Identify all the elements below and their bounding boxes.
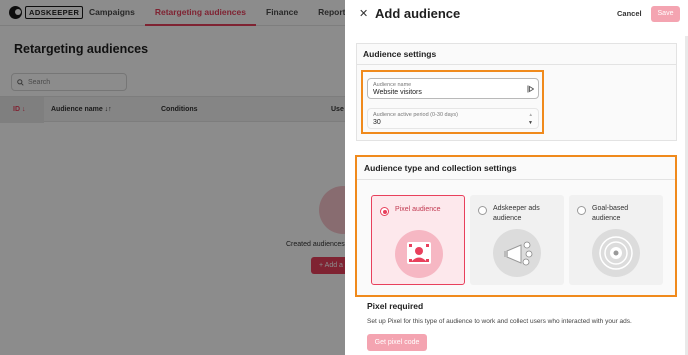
radio-pixel-audience[interactable] — [380, 207, 389, 216]
megaphone-illustration-icon — [493, 229, 541, 277]
option-label: Adskeeper ads audience — [493, 205, 540, 222]
target-illustration-icon — [592, 229, 640, 277]
pixel-illustration-icon — [395, 230, 443, 278]
pixel-required-title: Pixel required — [367, 301, 424, 311]
add-audience-drawer: ✕ Add audience Cancel Save Audience sett… — [345, 0, 688, 355]
option-pixel-audience[interactable]: Pixel audience — [371, 195, 465, 285]
drawer-title: Add audience — [375, 6, 461, 21]
close-icon[interactable]: ✕ — [359, 8, 368, 20]
audience-type-heading: Audience type and collection settings — [357, 157, 675, 180]
option-adskeeper-ads-audience[interactable]: Adskeeper ads audience — [470, 195, 564, 285]
active-period-stepper[interactable]: Audience active period (0-30 days) 30 ▲ … — [367, 108, 539, 129]
audience-name-field[interactable]: Audience name Website visitors — [367, 78, 539, 99]
stepper-up-icon[interactable]: ▲ — [529, 112, 533, 117]
audience-name-label: Audience name — [373, 82, 412, 88]
active-period-value: 30 — [373, 119, 381, 126]
save-button[interactable]: Save — [651, 6, 680, 22]
option-label: Pixel audience — [395, 206, 441, 213]
modal-overlay[interactable] — [0, 0, 345, 355]
autofill-icon[interactable] — [527, 85, 534, 93]
option-goal-based-audience[interactable]: Goal-based audience — [569, 195, 663, 285]
radio-goal-based-audience[interactable] — [577, 206, 586, 215]
option-label: Goal-based audience — [592, 205, 629, 222]
audience-name-value: Website visitors — [373, 89, 422, 96]
audience-settings-heading: Audience settings — [357, 44, 676, 65]
active-period-label: Audience active period (0-30 days) — [373, 112, 458, 118]
radio-adskeeper-ads-audience[interactable] — [478, 206, 487, 215]
cancel-button[interactable]: Cancel — [617, 9, 642, 18]
get-pixel-code-button[interactable]: Get pixel code — [367, 334, 427, 351]
stepper-down-icon[interactable]: ▼ — [528, 120, 533, 126]
pixel-required-description: Set up Pixel for this type of audience t… — [367, 318, 632, 325]
audience-type-card: Audience type and collection settings Pi… — [355, 155, 677, 297]
app: ADSKEEPER Campaigns Retargeting audience… — [0, 0, 688, 355]
